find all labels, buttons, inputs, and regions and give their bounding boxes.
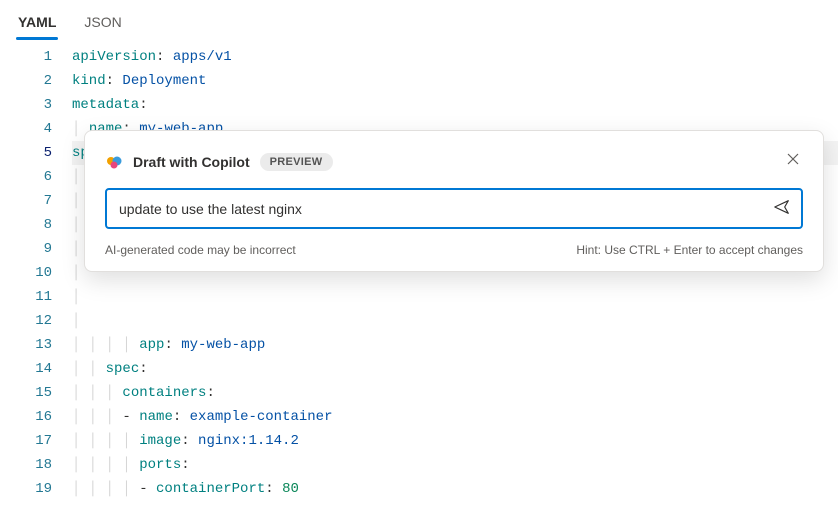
code-line: │ │ spec: bbox=[72, 357, 838, 381]
format-tabs: YAML JSON bbox=[0, 0, 838, 41]
copilot-icon bbox=[105, 153, 123, 171]
line-number: 15 bbox=[0, 381, 52, 405]
tab-yaml[interactable]: YAML bbox=[16, 10, 58, 40]
code-line: │ │ │ │ app: my-web-app bbox=[72, 333, 838, 357]
line-number: 8 bbox=[0, 213, 52, 237]
line-number: 16 bbox=[0, 405, 52, 429]
line-number: 6 bbox=[0, 165, 52, 189]
popup-footer: AI-generated code may be incorrect Hint:… bbox=[105, 243, 803, 257]
preview-badge: PREVIEW bbox=[260, 153, 333, 171]
line-number: 1 bbox=[0, 45, 52, 69]
line-number: 19 bbox=[0, 477, 52, 501]
prompt-input-container bbox=[105, 188, 803, 229]
code-line: apiVersion: apps/v1 bbox=[72, 45, 838, 69]
line-number: 5 bbox=[0, 141, 52, 165]
line-number: 4 bbox=[0, 117, 52, 141]
line-number-gutter: 1 2 3 4 5 6 7 8 9 10 11 12 13 14 15 16 1… bbox=[0, 45, 72, 501]
line-number: 14 bbox=[0, 357, 52, 381]
copilot-draft-popup: Draft with Copilot PREVIEW AI-generated … bbox=[84, 130, 824, 272]
send-icon[interactable] bbox=[773, 198, 791, 219]
code-line: kind: Deployment bbox=[72, 69, 838, 93]
line-number: 10 bbox=[0, 261, 52, 285]
code-line: │ │ │ containers: bbox=[72, 381, 838, 405]
code-content[interactable]: apiVersion: apps/v1 kind: Deployment met… bbox=[72, 45, 838, 501]
close-icon[interactable] bbox=[783, 149, 803, 174]
code-line: │ │ │ │ image: nginx:1.14.2 bbox=[72, 429, 838, 453]
line-number: 3 bbox=[0, 93, 52, 117]
code-line: │ bbox=[72, 309, 838, 333]
line-number: 2 bbox=[0, 69, 52, 93]
code-line: │ │ │ │ - containerPort: 80 bbox=[72, 477, 838, 501]
keyboard-hint: Hint: Use CTRL + Enter to accept changes bbox=[576, 243, 803, 257]
code-line: │ bbox=[72, 285, 838, 309]
popup-title: Draft with Copilot bbox=[133, 154, 250, 170]
popup-header: Draft with Copilot PREVIEW bbox=[105, 149, 803, 174]
line-number: 13 bbox=[0, 333, 52, 357]
code-line: metadata: bbox=[72, 93, 838, 117]
tab-json[interactable]: JSON bbox=[82, 10, 123, 40]
code-line: │ │ │ - name: example-container bbox=[72, 405, 838, 429]
line-number: 17 bbox=[0, 429, 52, 453]
line-number: 11 bbox=[0, 285, 52, 309]
line-number: 9 bbox=[0, 237, 52, 261]
code-line: │ │ │ │ ports: bbox=[72, 453, 838, 477]
ai-disclaimer: AI-generated code may be incorrect bbox=[105, 243, 296, 257]
line-number: 7 bbox=[0, 189, 52, 213]
copilot-prompt-input[interactable] bbox=[117, 200, 773, 218]
line-number: 18 bbox=[0, 453, 52, 477]
line-number: 12 bbox=[0, 309, 52, 333]
